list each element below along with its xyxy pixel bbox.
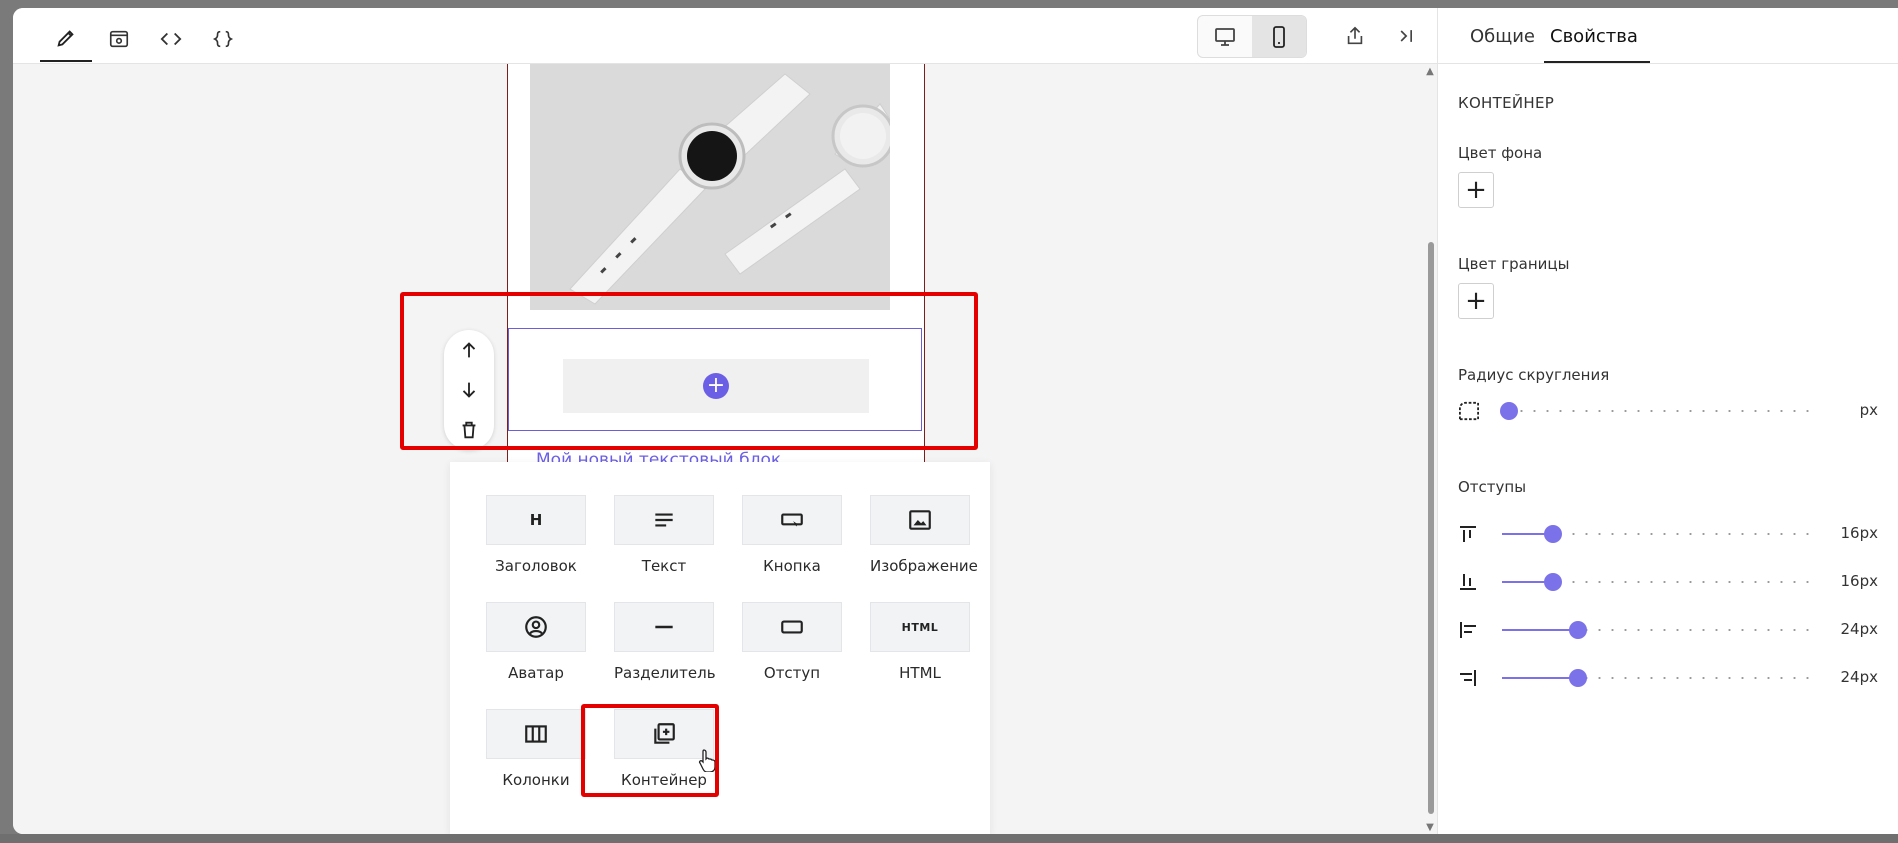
preview-icon: [109, 30, 129, 48]
collapse-panel-button[interactable]: [1385, 16, 1429, 56]
slider-knob[interactable]: [1568, 621, 1587, 639]
preview-mode-button[interactable]: [93, 16, 145, 62]
scroll-down-icon[interactable]: ▼: [1424, 822, 1436, 834]
section-title: КОНТЕЙНЕР: [1458, 94, 1555, 112]
plus-icon: +: [1465, 175, 1487, 205]
block-image[interactable]: Изображение: [870, 495, 978, 575]
block-heading[interactable]: H Заголовок: [486, 495, 586, 575]
padding-bottom-icon: [1460, 574, 1476, 590]
tab-general[interactable]: Общие: [1470, 26, 1535, 47]
slider-knob[interactable]: [1543, 525, 1562, 543]
spacer-icon: [781, 620, 803, 634]
pencil-icon: [57, 30, 74, 47]
block-avatar[interactable]: Аватар: [486, 602, 586, 682]
plus-icon: +: [1465, 286, 1487, 316]
block-columns[interactable]: Колонки: [486, 709, 586, 789]
code-view-button[interactable]: [145, 16, 197, 62]
padding-top-icon: [1460, 526, 1476, 542]
highlight-container-block: [581, 704, 719, 797]
desktop-view-button[interactable]: [1198, 16, 1252, 57]
scroll-thumb[interactable]: [1428, 242, 1434, 814]
padding-top-slider[interactable]: 16px: [1458, 522, 1878, 546]
padding-bottom-slider[interactable]: 16px: [1458, 570, 1878, 594]
code-icon: [160, 32, 182, 46]
device-switcher: [1197, 15, 1307, 58]
button-icon: [781, 513, 803, 527]
block-html[interactable]: HTML HTML: [870, 602, 970, 682]
block-button[interactable]: Кнопка: [742, 495, 842, 575]
radius-unit: px: [1859, 401, 1878, 419]
editor-canvas[interactable]: + Мой новый текстовый блок H Заголовок Т…: [13, 64, 1423, 834]
padding-left-slider[interactable]: 24px: [1458, 618, 1878, 642]
desktop-icon: [1215, 27, 1235, 46]
divider-icon: [655, 625, 673, 629]
block-divider[interactable]: Разделитель: [614, 602, 716, 682]
columns-icon: [525, 725, 547, 743]
padding-right-icon: [1460, 670, 1476, 686]
share-icon: [1347, 26, 1363, 45]
active-tab-indicator: [1544, 61, 1650, 63]
heading-icon: H: [529, 511, 543, 529]
mobile-icon: [1273, 25, 1285, 48]
app-window: + Мой новый текстовый блок H Заголовок Т…: [13, 8, 1898, 834]
slider-knob[interactable]: [1543, 573, 1562, 591]
collapse-right-icon: [1400, 30, 1412, 42]
canvas-scrollbar[interactable]: ▲ ▼: [1423, 64, 1437, 834]
block-text[interactable]: Текст: [614, 495, 714, 575]
panel-tabs: Общие Свойства: [1438, 8, 1898, 64]
scroll-up-icon[interactable]: ▲: [1424, 66, 1436, 78]
watches-photo: [530, 64, 890, 310]
slider-knob[interactable]: [1500, 402, 1518, 420]
highlight-selected-block: [400, 292, 978, 450]
editor-toolbar: [13, 8, 1437, 64]
json-view-button[interactable]: [197, 16, 249, 62]
border-color-label: Цвет границы: [1458, 255, 1570, 273]
avatar-icon: [525, 616, 547, 638]
corner-radius-icon: [1459, 401, 1479, 421]
tab-properties[interactable]: Свойства: [1550, 26, 1638, 47]
block-spacer[interactable]: Отступ: [742, 602, 842, 682]
slider-knob[interactable]: [1568, 669, 1587, 687]
bg-color-label: Цвет фона: [1458, 144, 1543, 162]
product-image[interactable]: [530, 64, 890, 310]
blocks-menu: H Заголовок Текст Кнопка Изображение Ава…: [450, 462, 990, 834]
mobile-view-button[interactable]: [1252, 16, 1306, 57]
export-button[interactable]: [1333, 16, 1377, 56]
underlying-window-strip: [0, 834, 1898, 843]
edit-mode-button[interactable]: [40, 16, 92, 62]
html-icon: HTML: [901, 620, 939, 634]
braces-icon: [212, 30, 234, 48]
padding-right-slider[interactable]: 24px: [1458, 666, 1878, 690]
add-bg-color-button[interactable]: +: [1458, 172, 1494, 208]
image-icon: [909, 510, 931, 530]
radius-label: Радиус скругления: [1458, 366, 1610, 384]
padding-label: Отступы: [1458, 478, 1527, 496]
radius-slider[interactable]: px: [1458, 399, 1878, 423]
text-icon: [655, 513, 673, 527]
properties-panel: Общие Свойства КОНТЕЙНЕР Цвет фона + Цве…: [1437, 8, 1898, 834]
padding-left-icon: [1460, 622, 1476, 638]
add-border-color-button[interactable]: +: [1458, 283, 1494, 319]
